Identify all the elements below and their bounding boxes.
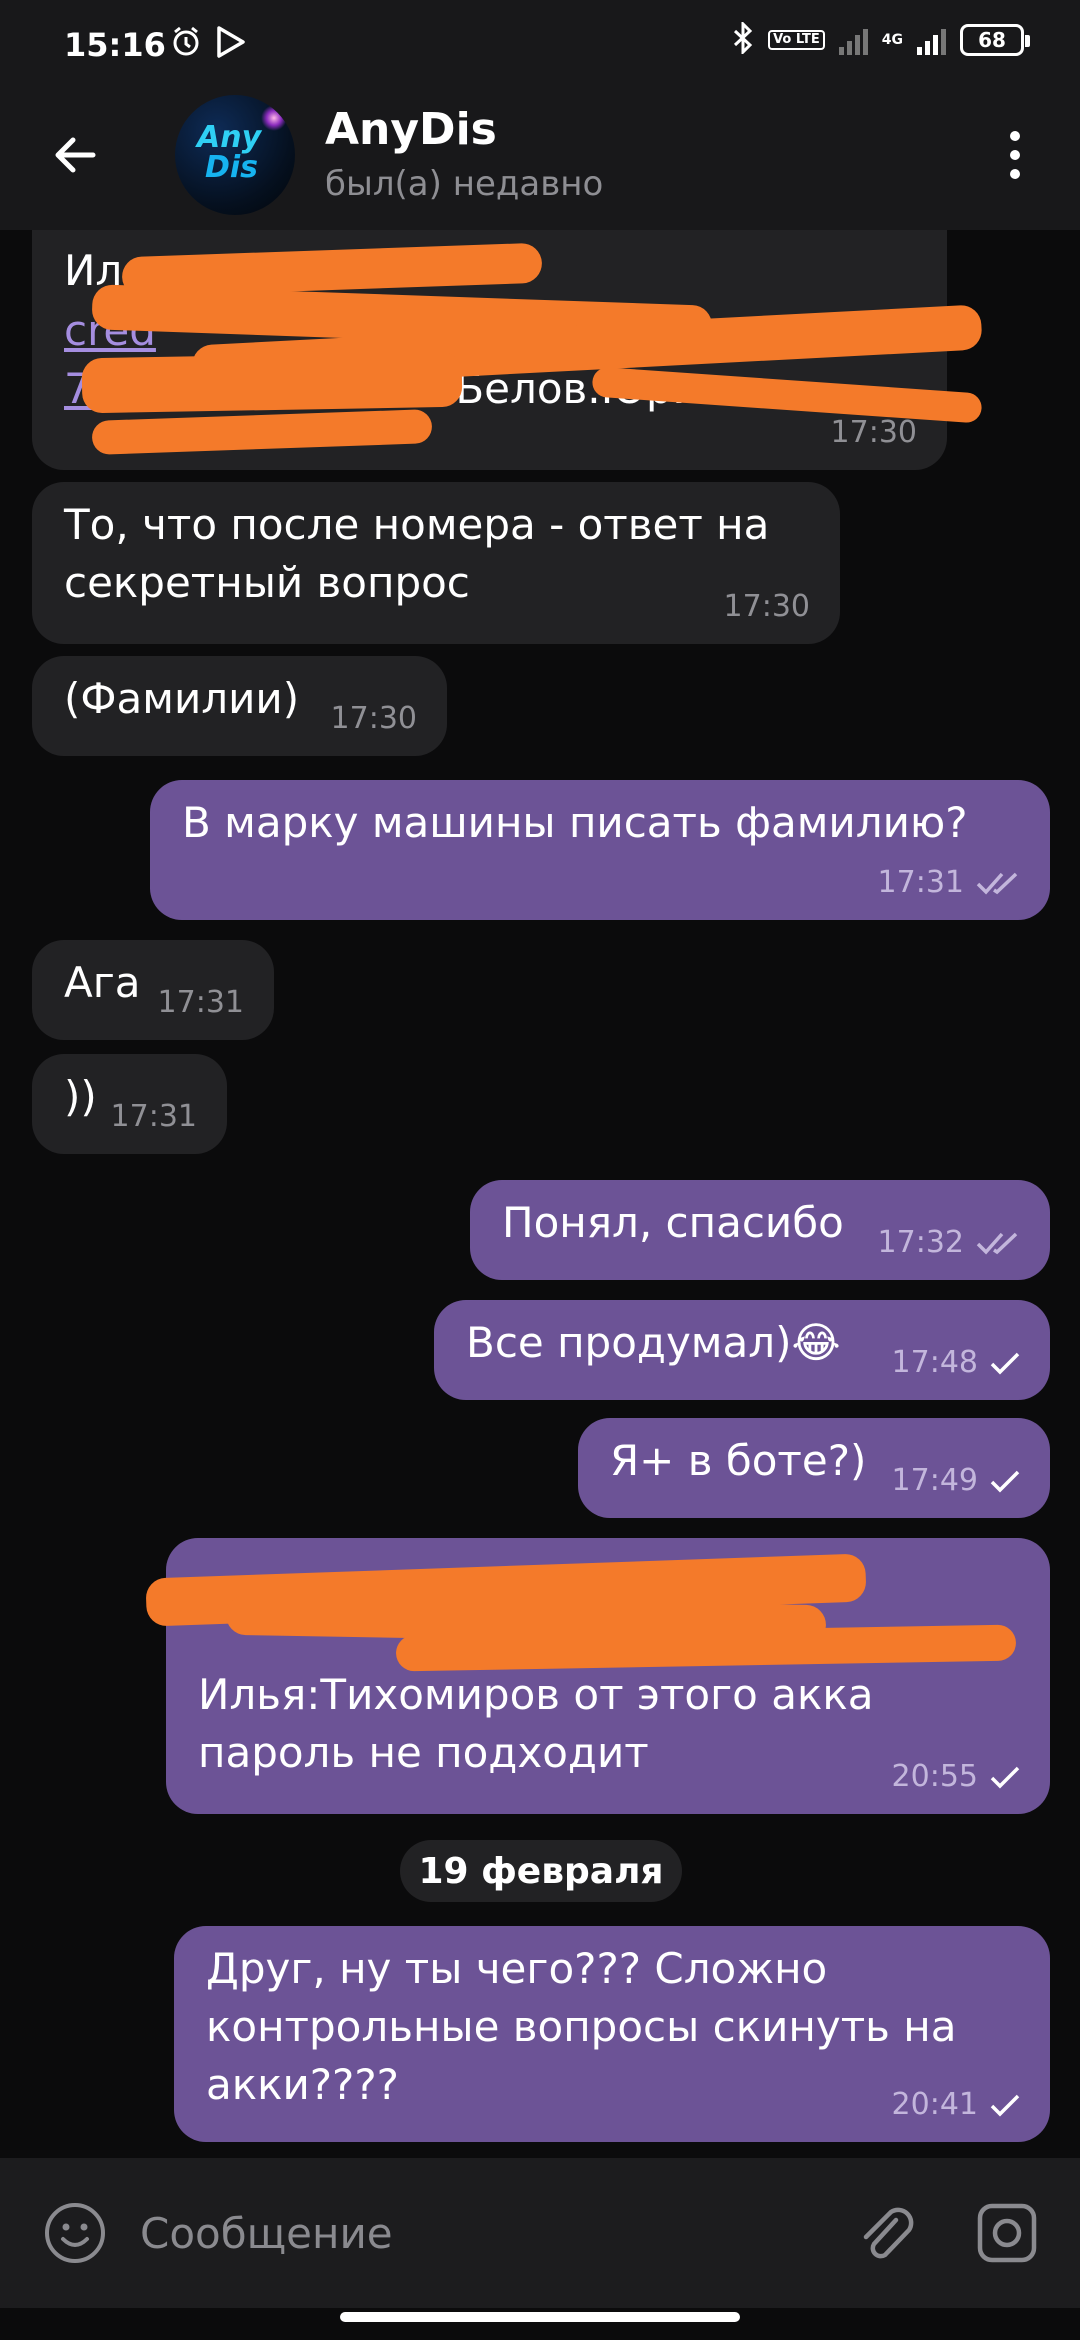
more-vert-icon — [1010, 131, 1020, 141]
message-bubble-incoming[interactable]: )) 17:31 — [32, 1054, 227, 1154]
date-separator: 19 февраля — [400, 1840, 682, 1902]
double-check-icon — [976, 1231, 1020, 1255]
message-time: 17:32 — [878, 1214, 1020, 1272]
message-time: 17:30 — [723, 589, 810, 624]
message-time: 17:31 — [110, 1099, 197, 1134]
single-check-icon — [990, 1469, 1020, 1493]
camera-icon — [977, 2203, 1037, 2263]
redaction-mark — [81, 351, 463, 414]
message-bubble-outgoing[interactable]: Илья:Тихомиров от этого акка пароль не п… — [145, 1538, 1050, 1814]
battery-indicator: 68 — [960, 24, 1030, 56]
volte-badge: Vo LTE — [768, 30, 825, 50]
message-bubble-outgoing[interactable]: В марку машины писать фамилию? 17:31 — [150, 780, 1050, 920]
bluetooth-icon — [732, 20, 754, 58]
more-options-button[interactable] — [980, 120, 1050, 190]
avatar[interactable]: Any Dis — [175, 95, 295, 215]
camera-button[interactable] — [972, 2198, 1042, 2268]
status-right-icons: Vo LTE 4G 68 — [732, 20, 1030, 58]
message-time: 20:55 — [892, 1748, 1020, 1806]
message-time: 20:41 — [892, 2076, 1020, 2134]
play-store-icon — [216, 26, 246, 62]
avatar-flare — [261, 105, 287, 131]
double-check-icon — [976, 871, 1020, 895]
single-check-icon — [990, 1351, 1020, 1375]
network-type: 4G — [881, 32, 903, 48]
redaction-mark — [91, 409, 433, 455]
message-text: Ага — [64, 958, 141, 1007]
message-text: пароль не подходит — [198, 1728, 649, 1777]
signal-icon-2 — [917, 25, 946, 55]
chat-title[interactable]: AnyDis — [325, 104, 497, 155]
message-text: В марку машины писать фамилию? — [182, 798, 968, 847]
message-bubble-outgoing[interactable]: Друг, ну ты чего??? Сложно контрольные в… — [174, 1926, 1050, 2142]
message-time: 17:49 — [892, 1452, 1020, 1510]
status-left-icons — [170, 26, 246, 62]
message-bubble-incoming[interactable]: То, что после номера - ответ на секретны… — [32, 482, 840, 644]
message-time: 17:48 — [892, 1334, 1020, 1392]
message-bubble-incoming[interactable]: Ил cred 79 .Белов.Юри 17:30 — [32, 230, 983, 470]
back-arrow-icon — [55, 137, 96, 173]
message-input-bar — [0, 2158, 1080, 2308]
message-bubble-outgoing[interactable]: Понял, спасибо 17:32 — [470, 1180, 1050, 1280]
message-time: 17:31 — [157, 985, 244, 1020]
message-time: 17:31 — [878, 854, 1020, 912]
message-bubble-incoming[interactable]: Ага 17:31 — [32, 940, 274, 1040]
message-bubble-outgoing[interactable]: Я+ в боте?) 17:49 — [578, 1418, 1050, 1518]
alarm-icon — [170, 26, 202, 62]
home-indicator[interactable] — [340, 2312, 740, 2322]
last-seen-status: был(а) недавно — [325, 164, 604, 204]
message-text: Все продумал)😂 — [466, 1318, 841, 1367]
message-time: 17:30 — [330, 701, 417, 736]
emoji-icon — [45, 2203, 105, 2263]
signal-icon-1 — [838, 25, 868, 55]
avatar-logo-bottom: Dis — [205, 150, 259, 185]
single-check-icon — [990, 1765, 1020, 1789]
message-text: (Фамилии) — [64, 674, 300, 723]
avatar-logo: Any Dis — [197, 123, 261, 183]
message-text: То, что после номера - ответ на секретны… — [64, 500, 770, 607]
attach-icon — [863, 2207, 914, 2259]
message-input[interactable] — [140, 2198, 790, 2268]
message-text: Понял, спасибо — [502, 1198, 844, 1247]
message-bubble-outgoing[interactable]: Все продумал)😂 17:48 — [434, 1300, 1050, 1400]
back-button[interactable] — [40, 120, 110, 190]
message-time: 17:30 — [830, 415, 917, 450]
message-text: )) — [64, 1072, 97, 1121]
attach-button[interactable] — [850, 2198, 920, 2268]
message-bubble-incoming[interactable]: (Фамилии) 17:30 — [32, 656, 447, 756]
status-time: 15:16 — [64, 26, 166, 64]
chat-header: Any Dis AnyDis был(а) недавно — [0, 80, 1080, 230]
status-bar: 15:16 Vo LTE 4G 68 — [0, 0, 1080, 80]
message-text: Я+ в боте?) — [610, 1436, 867, 1485]
message-text: Илья:Тихомиров от этого акка — [198, 1670, 874, 1719]
single-check-icon — [990, 2093, 1020, 2117]
emoji-button[interactable] — [40, 2198, 110, 2268]
